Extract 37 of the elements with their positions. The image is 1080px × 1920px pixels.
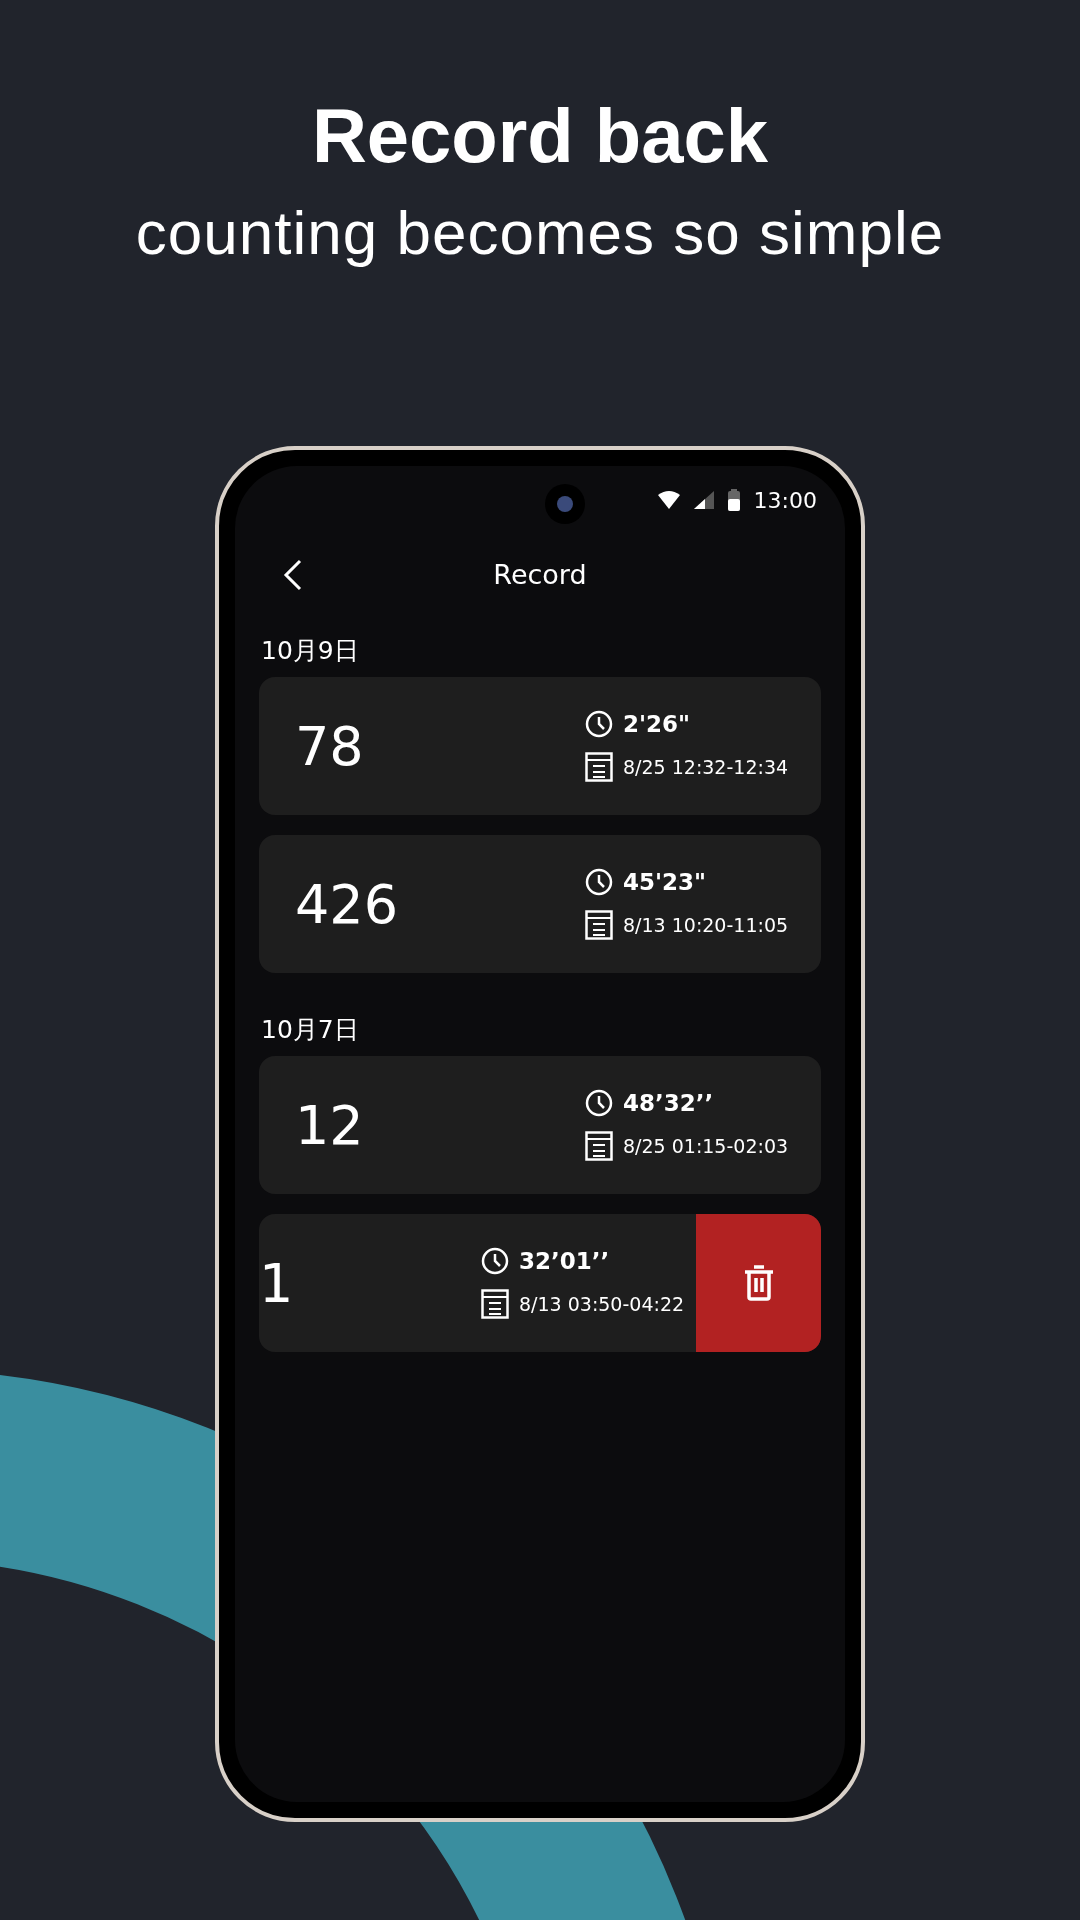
period-text: 8/13 10:20-11:05 — [623, 914, 789, 936]
count-value: 426 — [295, 872, 400, 936]
subheadline: counting becomes so simple — [135, 197, 945, 268]
status-time: 13:00 — [753, 487, 817, 513]
period-text: 8/25 12:32-12:34 — [623, 756, 789, 778]
battery-icon — [727, 489, 740, 511]
delete-button[interactable] — [696, 1214, 821, 1352]
period-text: 8/25 01:15-02:03 — [623, 1135, 789, 1157]
calendar-icon — [481, 1289, 509, 1319]
record-card[interactable]: 1 32’01’’ 8/13 03:50-04:22 — [259, 1214, 821, 1352]
period-text: 8/13 03:50-04:22 — [519, 1293, 685, 1315]
record-card[interactable]: 426 45'23" 8/13 10:20-11:05 — [259, 835, 821, 973]
record-card[interactable]: 78 2'26" 8/25 12:32-12:34 — [259, 677, 821, 815]
headline: Record back — [311, 92, 769, 179]
count-value: 1 — [259, 1251, 295, 1315]
clock-icon — [585, 1089, 613, 1117]
wifi-icon — [657, 491, 680, 509]
calendar-icon — [585, 1131, 613, 1161]
date-label: 10月7日 — [261, 1014, 360, 1046]
duration-text: 32’01’’ — [519, 1248, 610, 1274]
calendar-icon — [585, 752, 613, 782]
clock-icon — [585, 868, 613, 896]
count-value: 78 — [295, 714, 365, 778]
duration-text: 2'26" — [623, 711, 691, 737]
duration-text: 45'23" — [623, 869, 707, 895]
clock-icon — [585, 710, 613, 738]
trash-icon — [742, 1265, 775, 1301]
record-card[interactable]: 12 48’32’’ 8/25 01:15-02:03 — [259, 1056, 821, 1194]
count-value: 12 — [295, 1093, 365, 1157]
duration-text: 48’32’’ — [623, 1090, 714, 1116]
clock-icon — [481, 1247, 509, 1275]
camera-icon — [545, 484, 585, 524]
signal-icon — [693, 491, 714, 509]
date-label: 10月9日 — [261, 635, 360, 667]
calendar-icon — [585, 910, 613, 940]
back-icon — [283, 558, 303, 592]
screen-title: Record — [493, 558, 587, 590]
